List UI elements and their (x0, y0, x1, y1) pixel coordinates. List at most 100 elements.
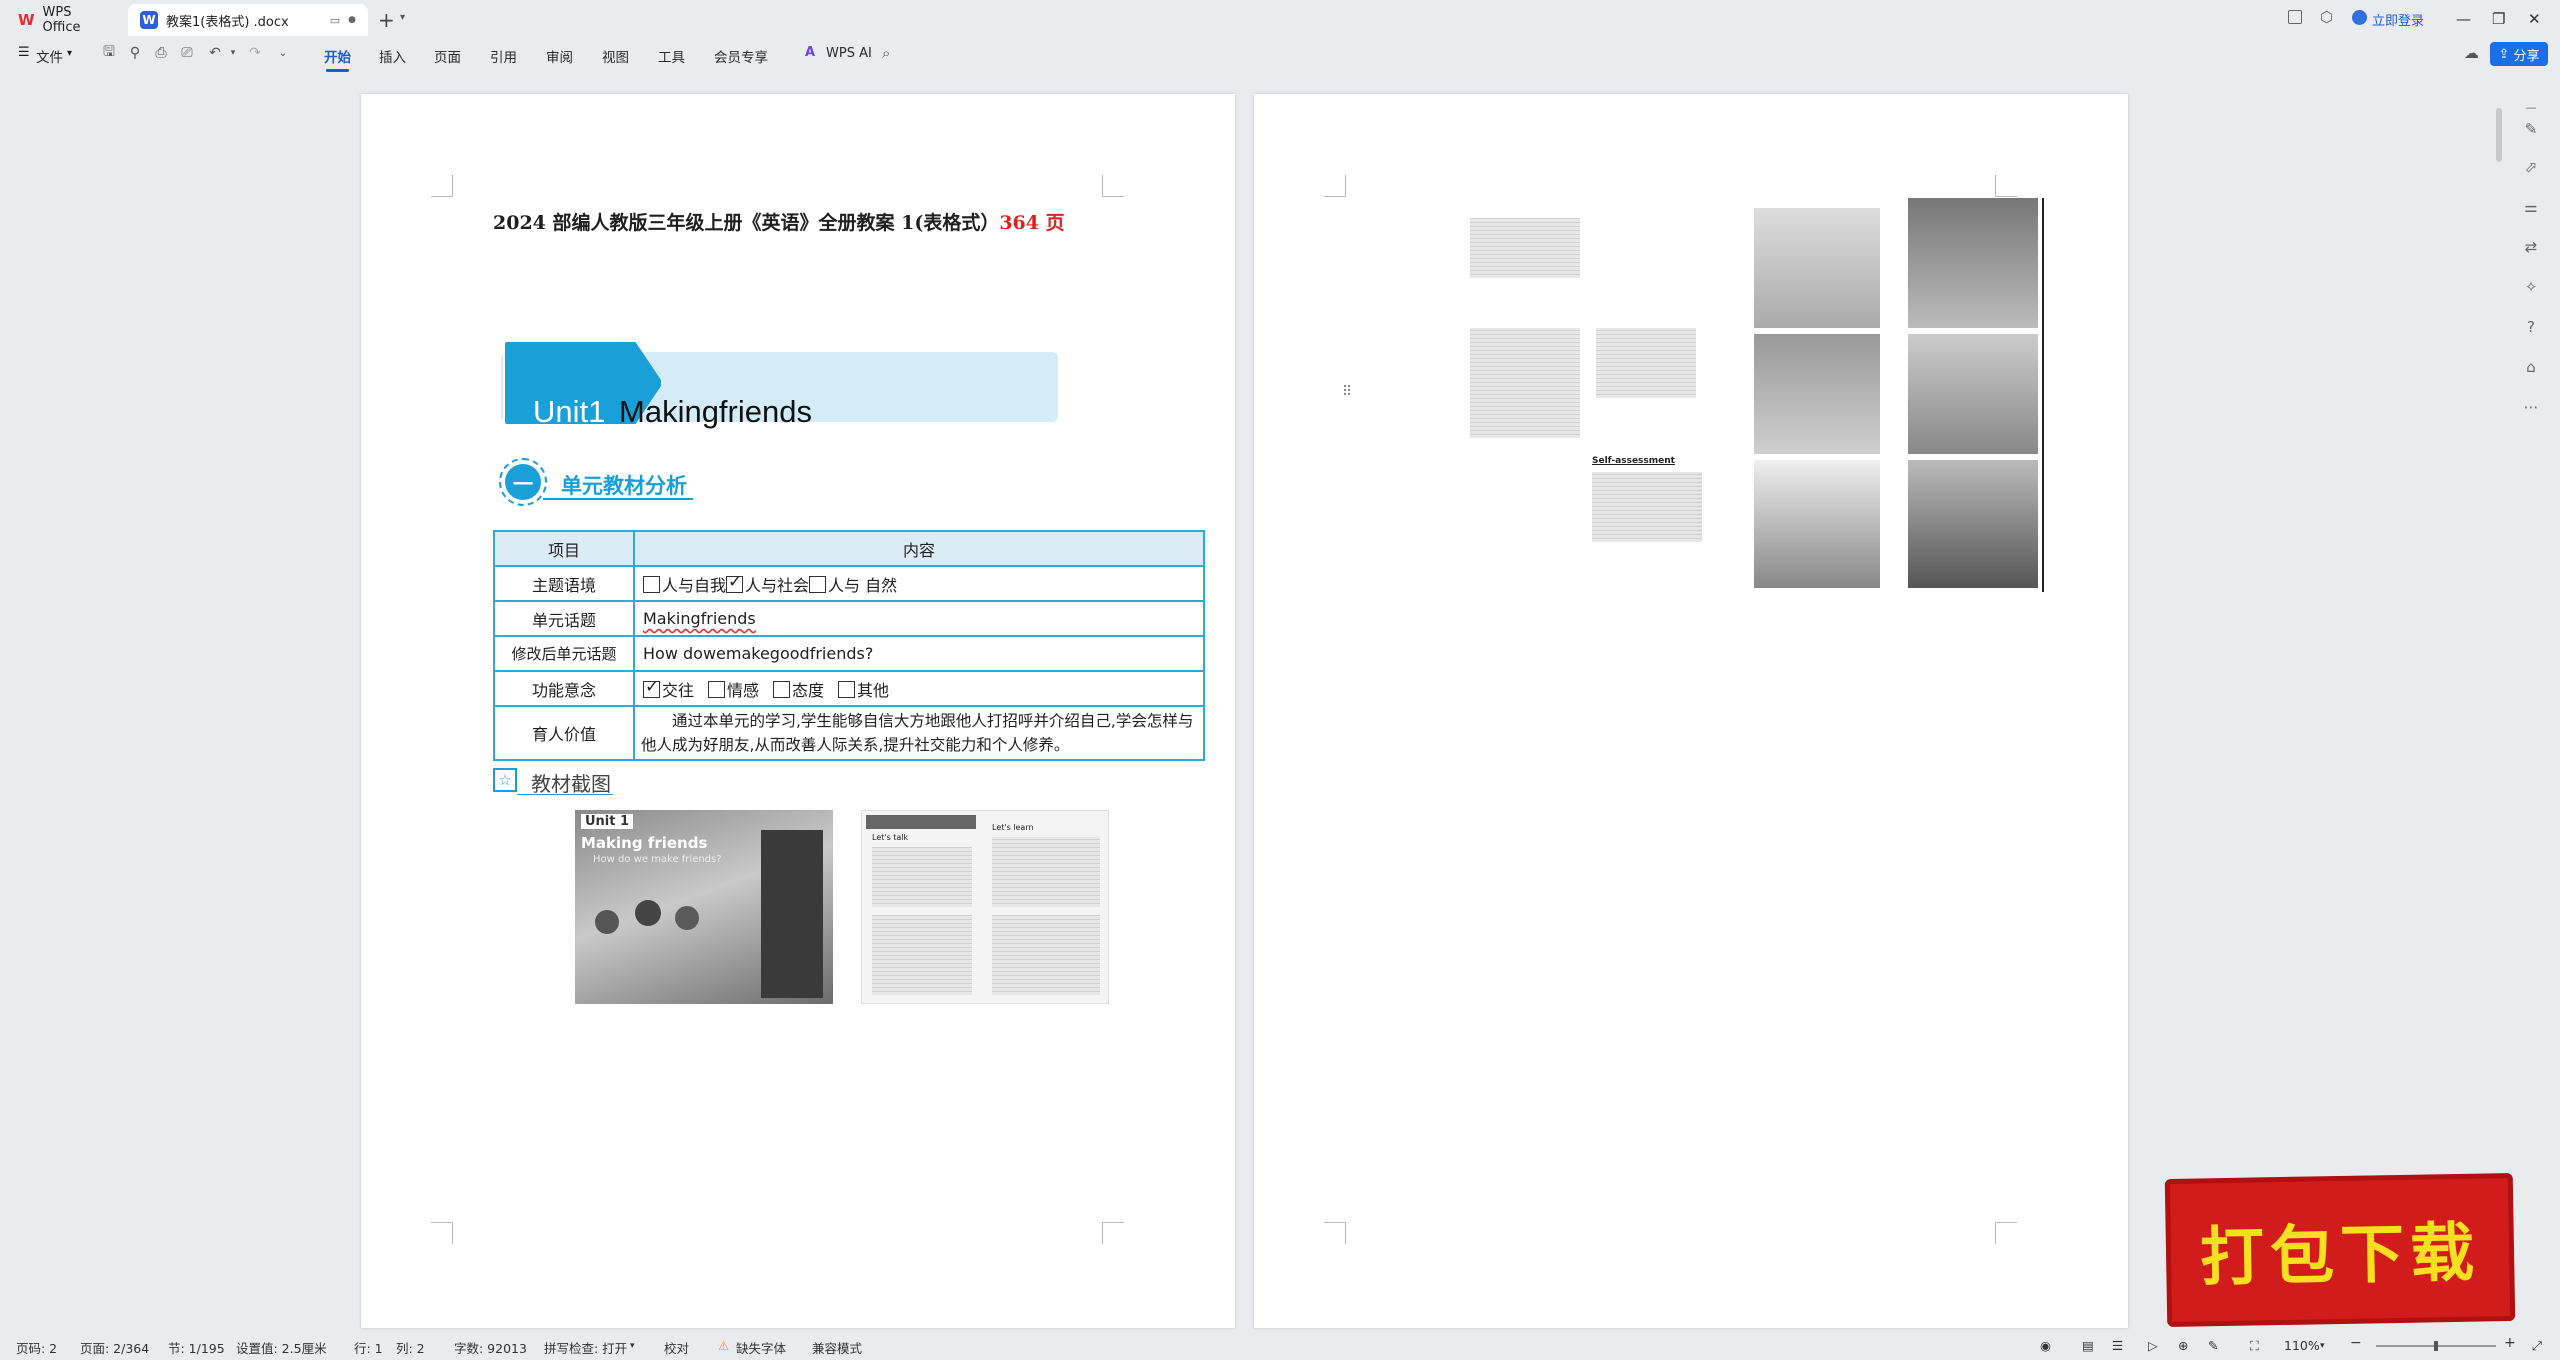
tab-reference[interactable]: 引用 (490, 46, 517, 66)
cube-icon[interactable]: ⬡ (2320, 8, 2333, 26)
zoom-slider[interactable] (2376, 1341, 2496, 1351)
undo-icon[interactable]: ↶ (206, 44, 224, 62)
tab-document[interactable]: W 教案1(表格式) .docx ▭ ● (128, 4, 368, 36)
zoom-chevron-icon[interactable]: ▾ (2320, 1341, 2325, 1351)
tab-list-chevron-icon[interactable]: ▾ (400, 12, 405, 23)
play-icon[interactable]: ▷ (2148, 1338, 2158, 1353)
status-missing-font[interactable]: 缺失字体 (736, 1338, 786, 1357)
share-button[interactable]: ⇪ 分享 (2490, 42, 2548, 66)
checkbox[interactable] (809, 575, 827, 593)
page-view-icon[interactable]: ▤ (2082, 1338, 2094, 1353)
fit-screen-icon[interactable]: ⛶ (2250, 1338, 2259, 1354)
tab-member[interactable]: 会员专享 (714, 46, 768, 66)
tab-wps-office[interactable]: W WPS Office (6, 4, 124, 36)
section-number: 一 (505, 464, 541, 500)
crop-mark (1324, 1222, 1346, 1244)
download-banner[interactable]: 打包下载 (2164, 1172, 2516, 1328)
menu-file[interactable]: 文件 (36, 46, 63, 66)
document-page-2[interactable]: ⠿ Self-assessment (1254, 94, 2128, 1328)
write-mode-icon[interactable]: ✎ (2208, 1338, 2218, 1353)
undo-chevron-icon[interactable]: ▾ (224, 44, 242, 62)
login-link[interactable]: 立即登录 (2372, 10, 2424, 29)
self-assessment-label: Self-assessment (1592, 456, 1675, 466)
tab-review[interactable]: 审阅 (546, 46, 573, 66)
minimize-icon[interactable]: — (2456, 10, 2471, 28)
textbook-page-image: Let's talk Let's learn (861, 810, 1109, 1004)
row-label: 主题语境 (493, 565, 635, 602)
zoom-level[interactable]: 110% (2284, 1338, 2320, 1353)
find-icon[interactable]: ⚲ (126, 44, 144, 62)
web-view-icon[interactable]: ⊕ (2178, 1338, 2188, 1353)
more-icon[interactable]: ⋯ (2520, 396, 2542, 418)
tab-insert[interactable]: 插入 (379, 46, 406, 66)
save-icon[interactable]: 🖫 (100, 44, 118, 62)
zoom-in-icon[interactable]: + (2504, 1335, 2516, 1351)
restore-icon[interactable]: ❐ (2492, 10, 2505, 28)
fullscreen-icon[interactable]: ⤢ (2532, 1338, 2542, 1354)
magic-icon[interactable]: ✧ (2520, 276, 2542, 298)
table-row: 功能意念 交往 情感 态度 其他 (493, 670, 1205, 707)
drag-handle-icon[interactable]: ⠿ (1342, 384, 1352, 400)
pen-icon[interactable]: ✎ (2520, 118, 2542, 140)
checkbox[interactable] (708, 680, 726, 698)
new-tab-button[interactable]: + (378, 8, 395, 32)
option-label: 人与自我 (662, 575, 727, 595)
document-page-1[interactable]: 2024 部编人教版三年级上册《英语》全册教案 1(表格式）364 页 Unit… (361, 94, 1235, 1328)
share-label: 分享 (2513, 48, 2540, 64)
search-icon[interactable]: ⌕ (882, 44, 890, 62)
table-row: 修改后单元话题 How dowemakegoodfriends? (493, 635, 1205, 672)
checkbox[interactable] (838, 680, 856, 698)
translate-icon[interactable]: ⇄ (2520, 236, 2542, 258)
row-content: 交往 情感 态度 其他 (633, 670, 1205, 707)
vertical-scrollbar[interactable] (2496, 108, 2502, 162)
talk-heading: Let's talk (872, 833, 909, 842)
status-section: 节: 1/195 (168, 1341, 225, 1356)
status-words[interactable]: 字数: 92013 (454, 1338, 527, 1357)
checkbox[interactable] (643, 575, 660, 593)
tab-tools[interactable]: 工具 (658, 46, 685, 66)
crop-mark (1995, 1222, 2017, 1244)
checkbox-checked[interactable] (726, 572, 744, 593)
option-label: 人与 自然 (828, 575, 898, 595)
table-row: 育人价值 通过本单元的学习,学生能够自信大方地跟他人打招呼并介绍自己,学会怎样与… (493, 705, 1205, 761)
close-icon[interactable]: ✕ (2528, 10, 2541, 28)
window-layout-icon[interactable] (2288, 10, 2302, 24)
print-icon[interactable]: ⎙ (152, 44, 170, 62)
word-doc-icon: W (140, 11, 158, 29)
zoom-slider-handle[interactable] (2434, 1341, 2438, 1351)
status-page: 页码: 2 (16, 1341, 58, 1356)
wps-ai-icon[interactable]: A (805, 45, 815, 60)
wps-ai-button[interactable]: WPS AI (826, 46, 872, 61)
tab-dot-icon[interactable]: ● (348, 15, 356, 25)
section-underline (543, 498, 693, 500)
cloud-icon[interactable]: ☁ (2464, 44, 2479, 62)
help-icon[interactable]: ? (2520, 316, 2542, 338)
tab-page[interactable]: 页面 (434, 46, 461, 66)
checkbox-checked[interactable] (643, 677, 660, 698)
zoom-out-icon[interactable]: − (2350, 1335, 2362, 1351)
avatar[interactable] (2352, 10, 2367, 25)
crop-mark (1102, 1222, 1124, 1244)
chevron-down-icon[interactable]: ▾ (67, 48, 72, 59)
checkbox[interactable] (773, 680, 791, 698)
status-pages[interactable]: 页面: 2/364 (80, 1338, 149, 1357)
status-spellcheck[interactable]: 拼写检查: 打开 (544, 1338, 627, 1357)
doc-tab-title: 教案1(表格式) .docx (166, 14, 289, 30)
eye-icon[interactable]: ◉ (2040, 1338, 2051, 1353)
outline-view-icon[interactable]: ☰ (2112, 1338, 2123, 1353)
print-preview-icon[interactable]: ⎚ (178, 44, 196, 62)
hamburger-icon[interactable]: ☰ (18, 45, 30, 60)
monitor-icon[interactable]: ▭ (330, 14, 340, 27)
more-chevron-icon[interactable]: ⌄ (274, 44, 292, 62)
tab-view[interactable]: 视图 (602, 46, 629, 66)
collapse-icon[interactable]: — (2520, 96, 2542, 118)
status-proof[interactable]: 校对 (664, 1338, 689, 1357)
row-label: 功能意念 (493, 670, 635, 707)
clothes-icon[interactable]: ⌂ (2520, 356, 2542, 378)
select-cursor-icon[interactable]: ⬀ (2520, 156, 2542, 178)
redo-icon[interactable]: ↷ (246, 44, 264, 62)
spellcheck-chevron-icon[interactable]: ▾ (630, 1341, 635, 1351)
option-label: 情感 (727, 680, 760, 700)
tab-home[interactable]: 开始 (324, 46, 351, 72)
adjust-icon[interactable]: ⚌ (2520, 196, 2542, 218)
